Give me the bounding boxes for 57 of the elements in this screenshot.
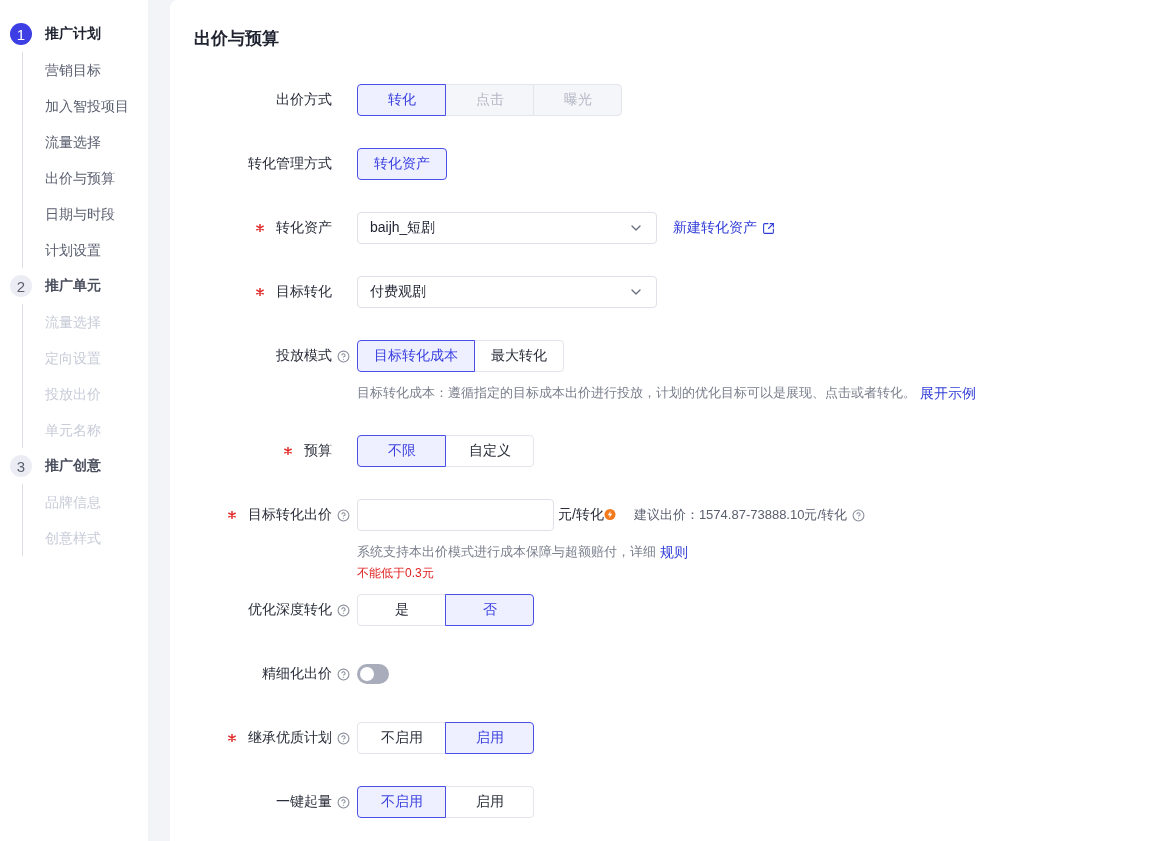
field-label: 出价方式 (276, 91, 332, 109)
segment-option[interactable]: 不启用 (357, 722, 446, 754)
field-label: 预算 (304, 442, 332, 460)
segment-option[interactable]: 不启用 (357, 786, 446, 818)
select-dropdown[interactable]: 付费观剧 (357, 276, 657, 308)
help-icon[interactable] (337, 508, 350, 522)
field-note: 系统支持本出价模式进行成本保障与超额赔付，详细 (357, 543, 656, 561)
field-label: 精细化出价 (262, 665, 332, 683)
field-label: 转化管理方式 (248, 155, 332, 173)
segment-option[interactable]: 目标转化成本 (357, 340, 475, 372)
step-title[interactable]: 推广创意 (45, 457, 101, 475)
unit-label: 元/转化 (558, 506, 604, 524)
step-sub-item[interactable]: 出价与预算 (45, 160, 148, 196)
help-icon[interactable] (852, 508, 866, 522)
field-note: 目标转化成本：遵循指定的目标成本出价进行投放，计划的优化目标可以是展现、点击或者转化。 (357, 384, 916, 402)
step-number: 3 (10, 455, 32, 477)
field-label: 目标转化出价 (248, 506, 332, 524)
segment-option[interactable]: 启用 (445, 722, 534, 754)
help-icon[interactable] (337, 731, 350, 745)
step-sub-item[interactable]: 加入智投项目 (45, 88, 148, 124)
field-label: 一键起量 (276, 793, 332, 811)
create-asset-link[interactable]: 新建转化资产 (673, 219, 775, 237)
note-link[interactable]: 规则 (660, 542, 688, 562)
toggle-switch[interactable] (357, 664, 389, 684)
segment-option[interactable]: 自定义 (445, 435, 534, 467)
section-title: 出价与预算 (194, 28, 280, 50)
field-label: 转化资产 (276, 219, 332, 237)
field-label: 继承优质计划 (248, 729, 332, 747)
help-icon[interactable] (337, 667, 350, 681)
step-sub-item[interactable]: 营销目标 (45, 52, 148, 88)
bulb-icon (603, 509, 616, 521)
step-number: 2 (10, 275, 32, 297)
field-label: 目标转化 (276, 283, 332, 301)
step-sub-item[interactable]: 日期与时段 (45, 196, 148, 232)
error-message: 不能低于0.3元 (357, 565, 435, 582)
help-icon[interactable] (337, 603, 350, 617)
suggested-bid-text: 建议出价：1574.87-73888.10元/转化 (633, 506, 848, 524)
segment-option[interactable]: 转化 (357, 84, 446, 116)
segment-option[interactable]: 不限 (357, 435, 446, 467)
segment-option[interactable]: 最大转化 (474, 340, 564, 372)
field-label: 优化深度转化 (248, 601, 332, 619)
external-link-icon (762, 221, 775, 235)
field-label: 投放模式 (276, 347, 332, 365)
help-icon[interactable] (337, 349, 350, 363)
segment-option[interactable]: 否 (445, 594, 534, 626)
select-dropdown[interactable]: baijh_短剧 (357, 212, 657, 244)
note-link[interactable]: 展开示例 (920, 383, 976, 403)
bid-input-field[interactable] (357, 499, 554, 531)
segment-option[interactable]: 是 (357, 594, 446, 626)
segment-option[interactable]: 转化资产 (357, 148, 447, 180)
segment-option[interactable]: 启用 (445, 786, 534, 818)
step-sub-item[interactable]: 计划设置 (45, 232, 148, 268)
step-title[interactable]: 推广计划 (45, 25, 101, 43)
step-sub-item[interactable]: 流量选择 (45, 124, 148, 160)
step-title[interactable]: 推广单元 (45, 277, 101, 295)
help-icon[interactable] (337, 795, 350, 809)
step-number: 1 (10, 23, 32, 45)
